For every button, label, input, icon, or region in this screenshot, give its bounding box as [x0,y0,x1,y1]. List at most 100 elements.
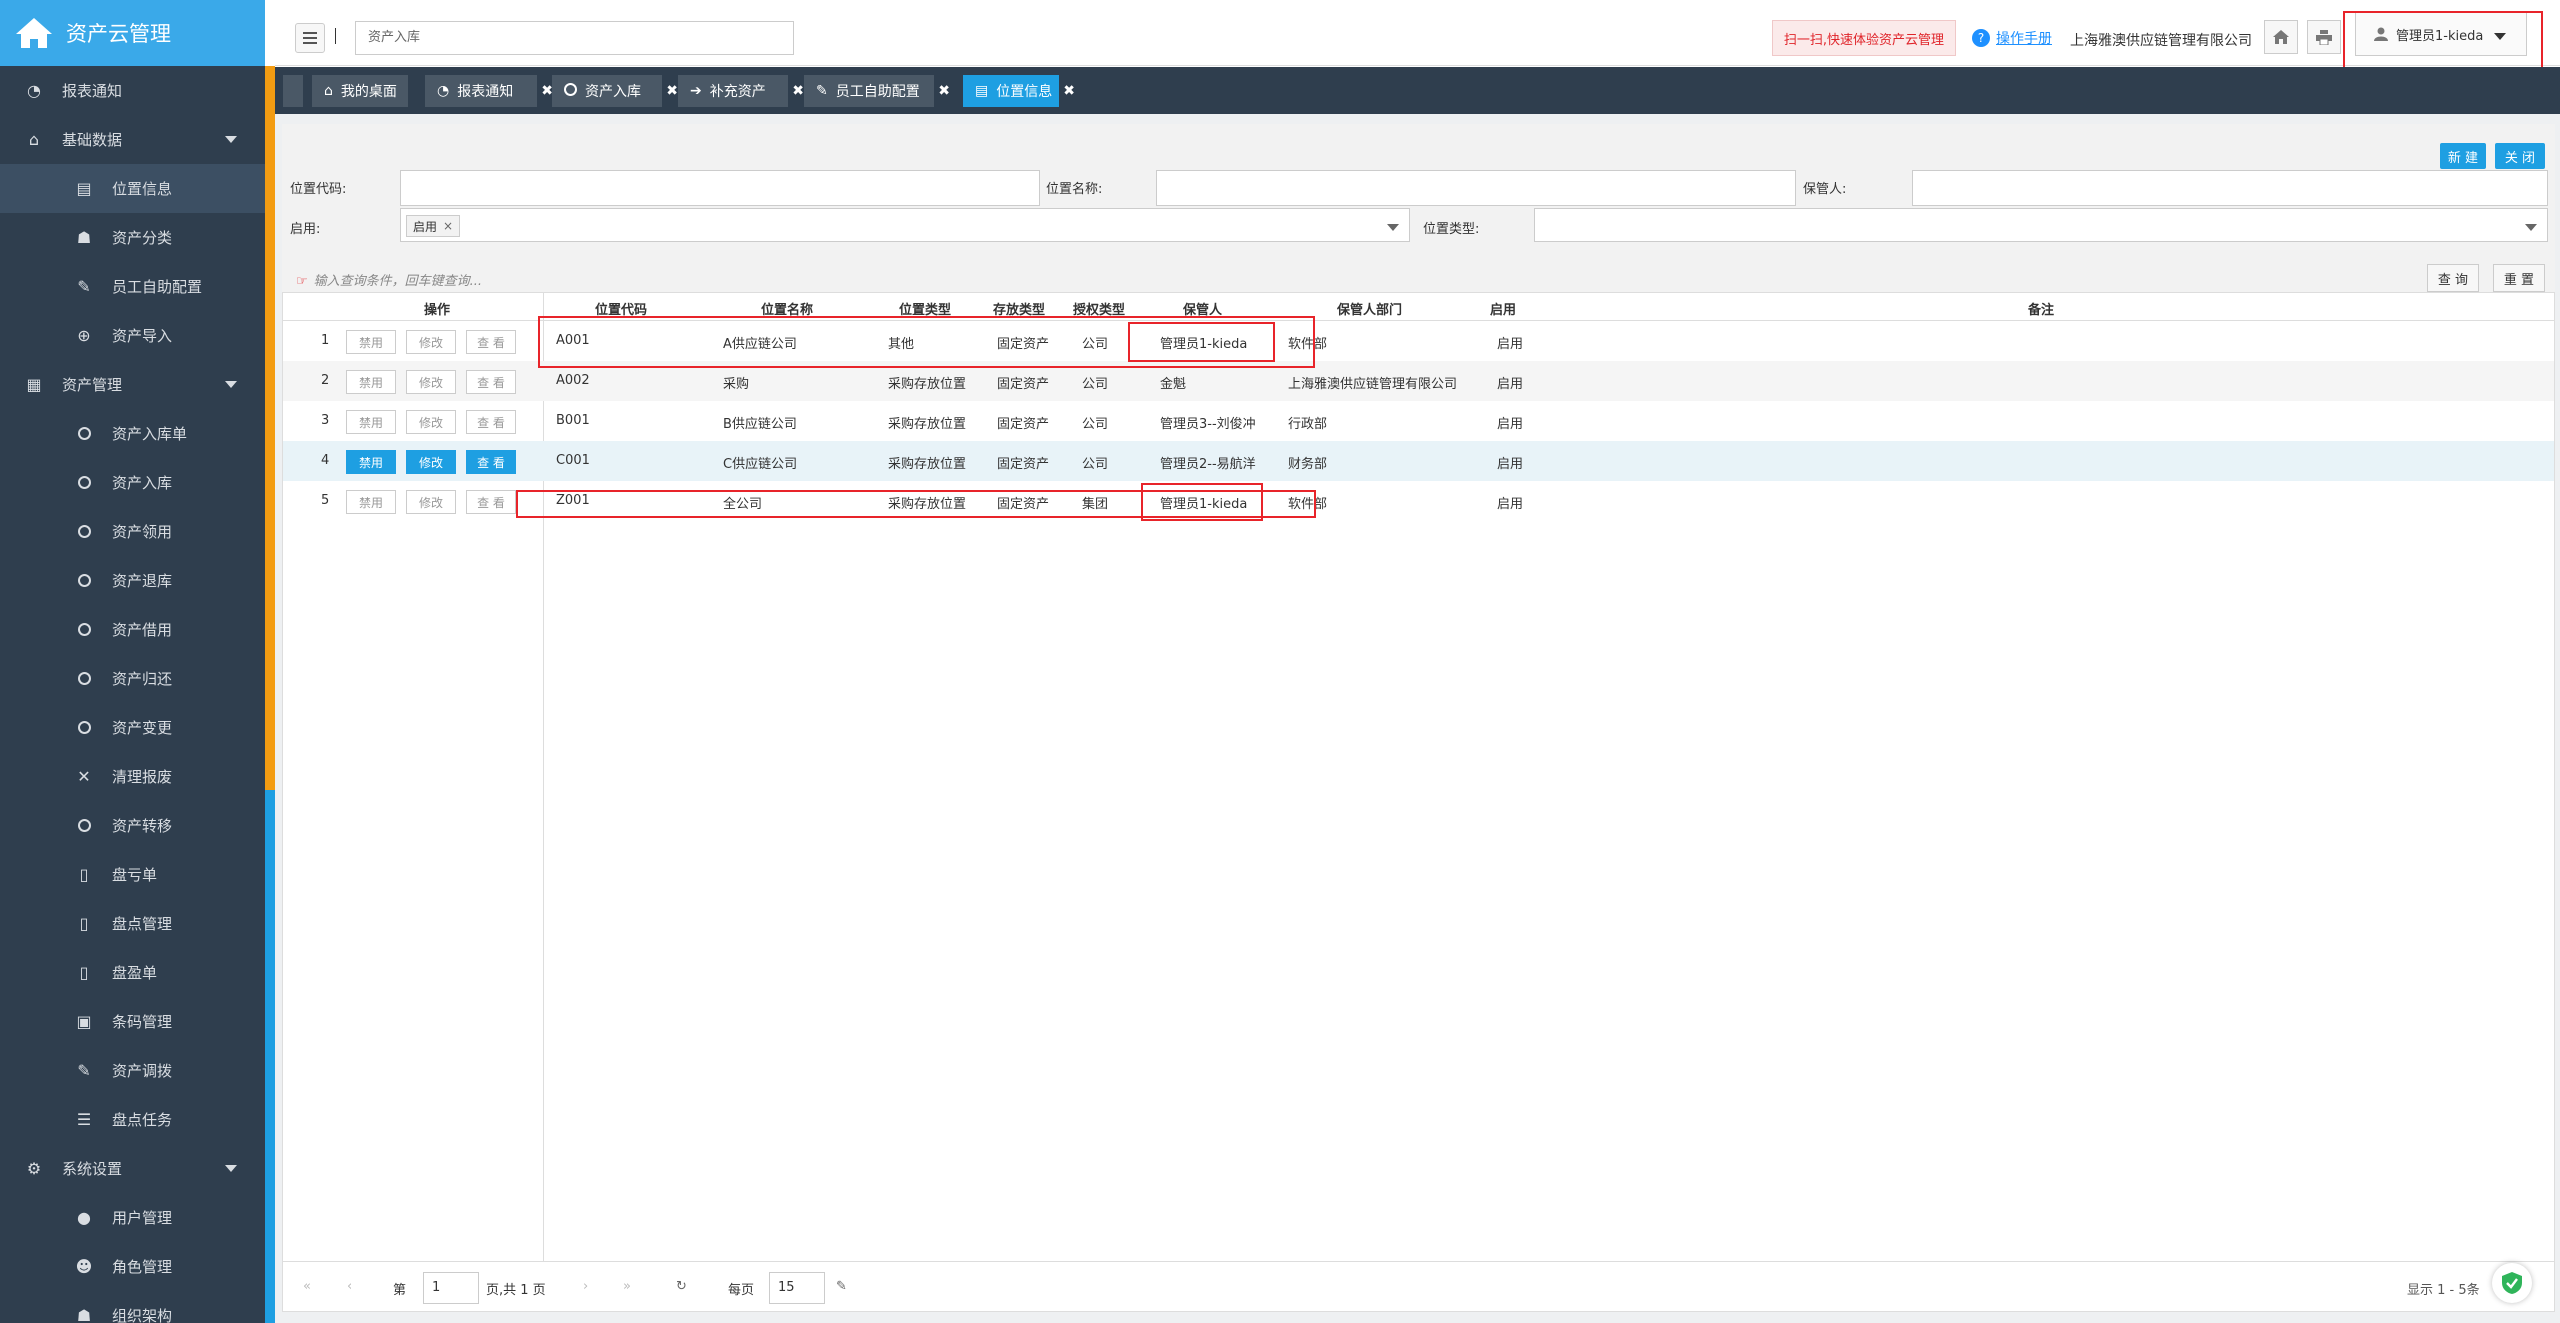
sidebar-item-0[interactable]: ◔ 报表通知 [0,66,265,115]
view-button[interactable]: 查 看 [466,330,516,354]
tag-close-icon[interactable]: × [443,219,453,233]
prev-page-icon[interactable]: ‹ [347,1279,352,1294]
sidebar-item-6[interactable]: ▦ 资产管理 [0,360,265,409]
scan-promo-button[interactable]: 扫一扫,快速体验资产云管理 [1772,20,1956,56]
sidebar-item-label: 报表通知 [62,82,123,100]
type-select[interactable] [1534,208,2548,242]
cell-enabled: 启用 [1497,457,1524,472]
sidebar-item-12[interactable]: 资产归还 [0,654,265,703]
disable-button[interactable]: 禁用 [346,410,396,434]
table-row[interactable]: 3 禁用 修改查 看 B001 B供应链公司 采购存放位置 固定资产 公司 管理员3--刘俊冲 行… [283,401,2554,441]
cell-auth: 公司 [1082,457,1109,472]
close-button[interactable]: 关 闭 [2495,143,2545,169]
col-remark[interactable]: 备注 [2028,299,2054,318]
print-button[interactable] [2307,20,2341,54]
view-button[interactable]: 查 看 [466,490,516,514]
sidebar-item-17[interactable]: ▯ 盘点管理 [0,899,265,948]
tab-0[interactable]: ⌂ 我的桌面 [312,75,408,107]
tab-close-icon[interactable]: ✖ [666,83,678,99]
next-page-icon[interactable]: › [583,1279,588,1294]
sidebar-item-25[interactable]: ☗ 组织架构 [0,1291,265,1323]
sidebar-item-21[interactable]: ☰ 盘点任务 [0,1095,265,1144]
sidebar-item-label: 位置信息 [112,180,173,198]
sidebar-item-10[interactable]: 资产退库 [0,556,265,605]
disable-button[interactable]: 禁用 [346,330,396,354]
tab-close-icon[interactable]: ✖ [1063,83,1075,99]
sidebar-item-22[interactable]: ⚙ 系统设置 [0,1144,265,1193]
close-icon: ✕ [77,767,91,786]
cell-keeper: 金魁 [1160,377,1187,392]
sidebar-item-11[interactable]: 资产借用 [0,605,265,654]
tab-label: 员工自助配置 [835,84,920,100]
disable-button[interactable]: 禁用 [346,370,396,394]
home-icon: ⌂ [28,130,40,149]
last-page-icon[interactable]: » [623,1279,631,1294]
tab-4[interactable]: ✎ 员工自助配置 ✖ [804,75,950,107]
cell-storage: 固定资产 [997,417,1050,432]
tab-5[interactable]: ▤ 位置信息 ✖ [963,75,1075,107]
wrench-icon[interactable]: ✎ [836,1279,847,1294]
tab-3[interactable]: ➔ 补充资产 ✖ [678,75,804,107]
page-prefix: 第 [393,1283,407,1298]
tab-close-icon[interactable]: ✖ [938,83,950,99]
cell-type: 采购存放位置 [888,457,967,472]
edit-button[interactable]: 修改 [406,330,456,354]
col-dept[interactable]: 保管人部门 [1337,299,1402,318]
table-row[interactable]: 4 禁用 修改查 看 C001 C供应链公司 采购存放位置 固定资产 公司 管理员2--易航洋 财… [283,441,2554,481]
sidebar-item-15[interactable]: 资产转移 [0,801,265,850]
reset-button[interactable]: 重 置 [2493,264,2545,292]
sidebar-item-19[interactable]: ▣ 条码管理 [0,997,265,1046]
tab-scroll-left[interactable] [283,75,303,107]
sidebar-item-9[interactable]: 资产领用 [0,507,265,556]
query-button[interactable]: 查 询 [2427,264,2479,292]
help-link[interactable]: ? 操作手册 [1972,28,2052,48]
sidebar-item-13[interactable]: 资产变更 [0,703,265,752]
disable-button[interactable]: 禁用 [346,490,396,514]
disable-button[interactable]: 禁用 [346,450,396,474]
building-icon: ▤ [76,179,92,198]
sidebar-item-24[interactable]: ☻ 角色管理 [0,1242,265,1291]
users-icon: ☻ [75,1257,93,1276]
name-input[interactable] [1156,170,1796,206]
first-page-icon[interactable]: « [303,1279,311,1294]
sidebar-item-16[interactable]: ▯ 盘亏单 [0,850,265,899]
col-enabled[interactable]: 启用 [1490,299,1516,318]
sidebar-item-5[interactable]: ⊕ 资产导入 [0,311,265,360]
sidebar-item-2[interactable]: ▤ 位置信息 [0,164,265,213]
brand[interactable]: 资产云管理 [0,0,265,66]
keeper-input[interactable] [1912,170,2548,206]
cell-enabled: 启用 [1497,497,1524,512]
sidebar-item-7[interactable]: 资产入库单 [0,409,265,458]
view-button[interactable]: 查 看 [466,410,516,434]
enabled-select[interactable]: 启用 × [400,208,1410,242]
sidebar-item-4[interactable]: ✎ 员工自助配置 [0,262,265,311]
page-input[interactable]: 1 [423,1272,479,1304]
sidebar-item-8[interactable]: 资产入库 [0,458,265,507]
edit-button[interactable]: 修改 [406,490,456,514]
per-page-input[interactable]: 15 [769,1272,825,1304]
edit-button[interactable]: 修改 [406,370,456,394]
edit-button[interactable]: 修改 [406,410,456,434]
sidebar-item-1[interactable]: ⌂ 基础数据 [0,115,265,164]
top-search-input[interactable]: 资产入库 [355,21,794,55]
menu-toggle-button[interactable] [295,23,325,53]
sidebar-item-3[interactable]: ☗ 资产分类 [0,213,265,262]
sidebar-item-14[interactable]: ✕ 清理报废 [0,752,265,801]
enabled-label: 启用: [290,222,321,237]
view-button[interactable]: 查 看 [466,450,516,474]
new-button[interactable]: 新 建 [2440,143,2486,169]
tab-label: 报表通知 [457,84,514,100]
sidebar-item-20[interactable]: ✎ 资产调拨 [0,1046,265,1095]
view-button[interactable]: 查 看 [466,370,516,394]
sidebar-item-23[interactable]: ● 用户管理 [0,1193,265,1242]
refresh-icon[interactable]: ↻ [676,1279,687,1294]
tab-close-icon[interactable]: ✖ [792,83,804,99]
tab-2[interactable]: 资产入库 ✖ [552,75,678,107]
sidebar-item-18[interactable]: ▯ 盘盈单 [0,948,265,997]
home-button[interactable] [2264,20,2298,54]
tab-1[interactable]: ◔ 报表通知 ✖ [425,75,553,107]
shield-check-icon[interactable] [2492,1263,2532,1303]
code-input[interactable] [400,170,1040,206]
edit-button[interactable]: 修改 [406,450,456,474]
cell-code: A002 [556,373,590,388]
